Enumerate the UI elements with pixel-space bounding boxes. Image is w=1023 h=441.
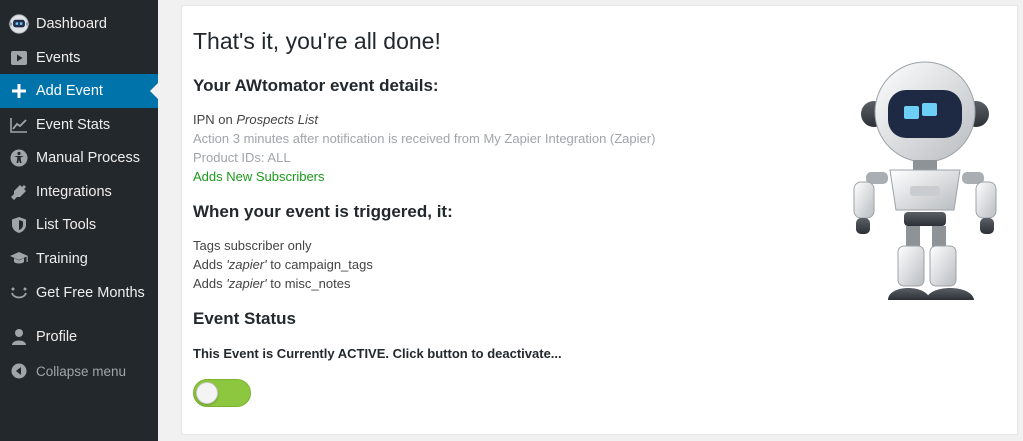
ipn-prefix: IPN on <box>193 112 237 127</box>
trigger-line-misc-notes: Adds 'zapier' to misc_notes <box>193 276 350 291</box>
event-confirmation-panel: That's it, you're all done! Your AWtomat… <box>181 5 1018 435</box>
adds-subscribers-line: Adds New Subscribers <box>193 169 325 184</box>
event-status-text: This Event is Currently ACTIVE. Click bu… <box>193 346 562 361</box>
sidebar-item-label: Integrations <box>36 184 112 200</box>
page-title: That's it, you're all done! <box>193 28 441 54</box>
adds-word: Adds <box>193 276 227 291</box>
plug-icon <box>8 182 30 202</box>
ipn-line: IPN on Prospects List <box>193 112 318 127</box>
video-play-icon <box>8 48 30 68</box>
sidebar-item-label: Event Stats <box>36 117 111 133</box>
sidebar-item-add-event[interactable]: Add Event <box>0 74 158 108</box>
trigger-heading: When your event is triggered, it: <box>193 202 453 221</box>
event-status-heading: Event Status <box>193 309 296 328</box>
misc-notes-suffix: to misc_notes <box>266 276 351 291</box>
chart-line-icon <box>8 115 30 135</box>
product-ids-line: Product IDs: ALL <box>193 150 291 165</box>
sidebar-item-label: Training <box>36 251 88 267</box>
plus-icon <box>8 81 30 101</box>
sidebar-item-dashboard[interactable]: Dashboard <box>0 7 158 41</box>
robot-mascot-illustration <box>853 61 997 300</box>
sidebar-item-label: Dashboard <box>36 16 107 32</box>
sidebar-item-label: Add Event <box>36 83 103 99</box>
collapse-menu-label: Collapse menu <box>36 363 127 379</box>
sidebar-item-label: Profile <box>36 329 78 345</box>
shield-icon <box>8 215 30 235</box>
event-active-toggle[interactable] <box>193 379 251 407</box>
ipn-list-name: Prospects List <box>236 112 319 127</box>
trigger-line-campaign-tags: Adds 'zapier' to campaign_tags <box>193 257 373 272</box>
adds-word: Adds <box>193 257 227 272</box>
sidebar-item-integrations[interactable]: Integrations <box>0 175 158 209</box>
collapse-arrow-icon <box>8 361 30 381</box>
tag-value: 'zapier' <box>226 257 267 272</box>
event-details-heading: Your AWtomator event details: <box>193 76 439 95</box>
toggle-knob[interactable] <box>196 382 218 404</box>
robot-avatar-icon <box>8 14 30 34</box>
user-icon <box>8 327 30 347</box>
graduation-cap-icon <box>8 249 30 269</box>
sidebar-item-manual-process[interactable]: Manual Process <box>0 141 158 175</box>
sidebar-item-events[interactable]: Events <box>0 41 158 75</box>
trigger-line-tags: Tags subscriber only <box>193 238 312 253</box>
tag-value: 'zapier' <box>226 276 267 291</box>
sidebar-item-list-tools[interactable]: List Tools <box>0 208 158 242</box>
sidebar-item-get-free-months[interactable]: Get Free Months <box>0 276 158 310</box>
sidebar-item-event-stats[interactable]: Event Stats <box>0 108 158 142</box>
accessibility-icon <box>8 148 30 168</box>
sidebar-item-label: Events <box>36 50 81 66</box>
campaign-tags-suffix: to campaign_tags <box>266 257 373 272</box>
smile-icon <box>8 283 30 303</box>
sidebar-item-training[interactable]: Training <box>0 242 158 276</box>
sidebar-item-label: Get Free Months <box>36 285 145 301</box>
sidebar-item-label: Manual Process <box>36 150 140 166</box>
admin-sidebar: Dashboard Events Add Event Event Stats M… <box>0 0 158 441</box>
action-line: Action 3 minutes after notification is r… <box>193 131 656 146</box>
sidebar-item-label: List Tools <box>36 217 97 233</box>
sidebar-item-profile[interactable]: Profile <box>0 320 158 354</box>
collapse-menu-button[interactable]: Collapse menu <box>0 354 158 388</box>
